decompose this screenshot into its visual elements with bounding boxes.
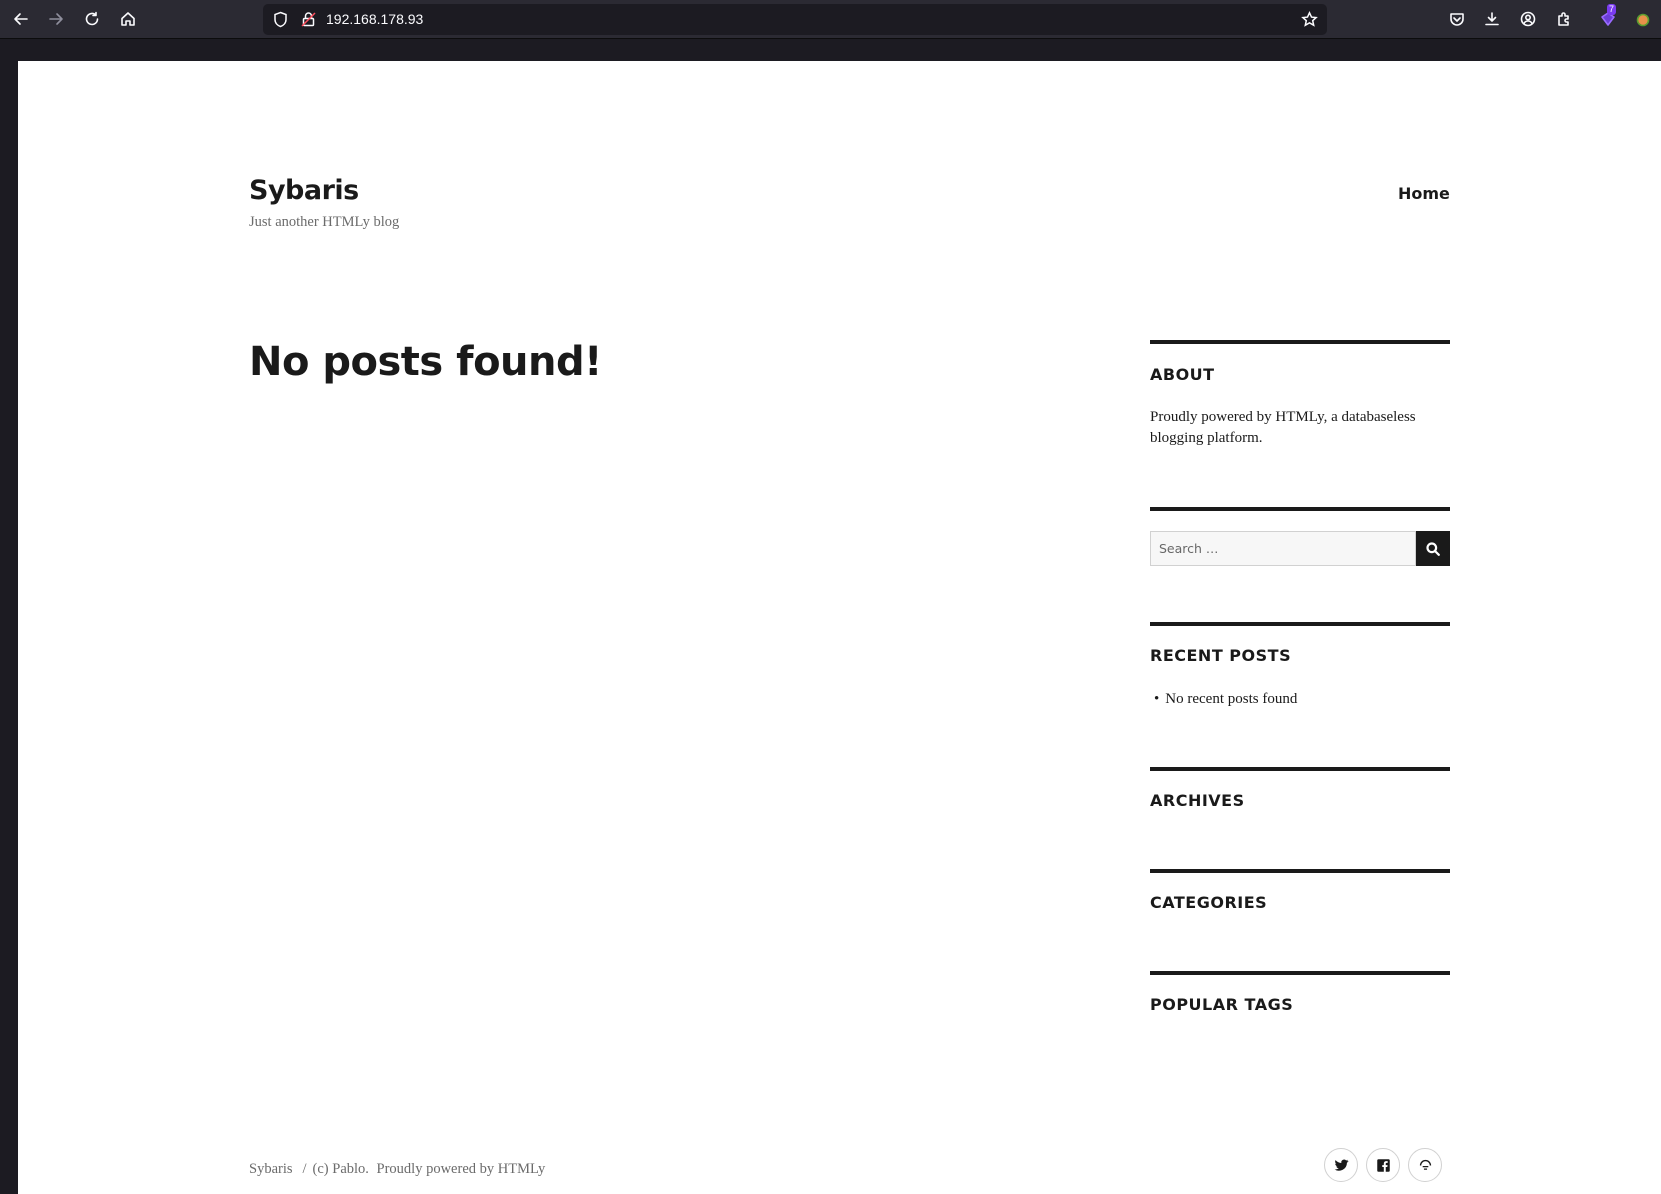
extensions-button[interactable] [1551,6,1577,32]
url-text[interactable]: 192.168.178.93 [326,11,423,27]
burp-extension-button[interactable] [1630,6,1656,32]
download-icon [1485,12,1499,26]
widget-divider [1150,767,1450,771]
back-arrow-icon [14,13,28,25]
bookmark-star-icon[interactable] [1301,11,1318,28]
forward-arrow-icon [49,13,63,25]
widget-divider [1150,622,1450,626]
recent-post-label: No recent posts found [1165,691,1298,707]
facebook-icon [1376,1158,1390,1172]
nav-home-link[interactable]: Home [1398,184,1450,203]
web-page: Sybaris Just another HTMLy blog Home No … [18,61,1661,1194]
widget-divider [1150,340,1450,344]
twitter-link[interactable] [1324,1148,1358,1182]
burp-icon [1636,13,1650,27]
home-icon [121,12,135,26]
forward-button[interactable] [43,6,69,32]
widget-divider [1150,869,1450,873]
back-button[interactable] [8,6,34,32]
search-icon [1426,541,1440,556]
insecure-lock-icon[interactable] [300,11,317,28]
reload-icon [85,11,99,26]
popular-tags-title: POPULAR TAGS [1150,995,1294,1014]
account-button[interactable] [1515,6,1541,32]
search-button[interactable] [1416,531,1450,566]
recent-posts-title: RECENT POSTS [1150,646,1292,665]
widget-divider [1150,507,1450,511]
list-item: • No recent posts found [1154,691,1297,708]
footer-copyright: (c) Pablo. [312,1161,369,1177]
pocket-icon [1450,13,1464,26]
archives-title: ARCHIVES [1150,791,1245,810]
site-title[interactable]: Sybaris [249,175,359,206]
site-description: Just another HTMLy blog [249,214,400,230]
browser-toolbar: 192.168.178.93 7 [0,0,1661,39]
address-bar[interactable]: 192.168.178.93 [263,4,1327,35]
footer-powered[interactable]: Proudly powered by HTMLy [377,1161,546,1177]
footer-separator: / [302,1161,307,1177]
pocket-button[interactable] [1444,6,1470,32]
account-icon [1520,11,1536,27]
downloads-button[interactable] [1479,6,1505,32]
search-input[interactable] [1150,531,1416,566]
footer-info: Sybaris / (c) Pablo. Proudly powered by HT… [249,1161,549,1178]
puzzle-icon [1558,12,1569,26]
widget-divider [1150,971,1450,975]
extension-badge-count: 7 [1607,4,1617,15]
page-heading: No posts found! [249,339,602,385]
facebook-link[interactable] [1366,1148,1400,1182]
bullet: • [1154,691,1160,707]
home-button[interactable] [115,6,141,32]
footer-site-link[interactable]: Sybaris [249,1161,293,1177]
shield-icon[interactable] [272,11,289,28]
twitter-icon [1334,1159,1348,1171]
reload-button[interactable] [79,6,105,32]
feed-icon [1419,1159,1431,1170]
categories-title: CATEGORIES [1150,893,1268,912]
about-title: ABOUT [1150,365,1215,384]
feed-link[interactable] [1408,1148,1442,1182]
about-text: Proudly powered by HTMLy, a databaseless… [1150,409,1416,446]
